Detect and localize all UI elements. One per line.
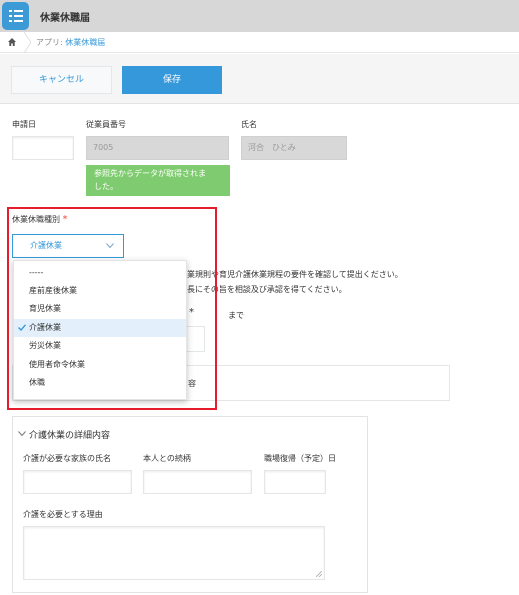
name-label: 氏名	[241, 120, 257, 129]
care-leave-detail-title[interactable]: 介護休業の詳細内容	[29, 428, 110, 441]
breadcrumb-prefix: アプリ:	[36, 38, 66, 47]
app-list-icon[interactable]	[2, 2, 29, 30]
until-label: まで	[228, 311, 244, 320]
lookup-notice-line2: した。	[94, 182, 118, 191]
employee-no-label: 従業員番号	[86, 120, 126, 129]
reason-textarea[interactable]	[23, 526, 325, 580]
highlight-box	[7, 207, 217, 410]
return-date-input[interactable]	[264, 470, 326, 494]
return-date-label: 職場復帰（予定）日	[264, 454, 336, 463]
lookup-notice: 参照先からデータが取得されま した。	[86, 165, 230, 196]
apply-date-input[interactable]	[12, 136, 74, 160]
guidance-text-line1: 業規則や育児介護休業規程の要件を確認して提出ください。	[187, 270, 403, 279]
resize-grip-icon[interactable]	[316, 571, 322, 577]
name-field: 河合 ひとみ	[241, 136, 347, 160]
breadcrumb: アプリ: 休業休職届	[0, 32, 519, 53]
chevron-down-icon[interactable]	[18, 431, 26, 437]
reason-label: 介護を必要とする理由	[23, 510, 103, 519]
relation-label: 本人との続柄	[143, 454, 191, 463]
save-button[interactable]: 保存	[122, 66, 222, 94]
family-name-label: 介護が必要な家族の氏名	[23, 454, 111, 463]
home-icon[interactable]	[7, 37, 17, 47]
breadcrumb-app-link[interactable]: 休業休職届	[65, 38, 105, 47]
apply-date-label: 申請日	[12, 120, 36, 129]
relation-input[interactable]	[143, 470, 252, 494]
breadcrumb-text: アプリ: 休業休職届	[36, 37, 105, 48]
cancel-button[interactable]: キャンセル	[11, 66, 112, 94]
app-header: 休業休職届	[0, 0, 519, 32]
family-name-input[interactable]	[23, 470, 132, 494]
breadcrumb-separator-icon	[24, 32, 32, 53]
employee-no-field: 7005	[86, 136, 229, 160]
app-title: 休業休職届	[40, 13, 90, 24]
toolbar: キャンセル 保存	[0, 54, 519, 104]
lookup-notice-line1: 参照先からデータが取得されま	[94, 169, 206, 178]
